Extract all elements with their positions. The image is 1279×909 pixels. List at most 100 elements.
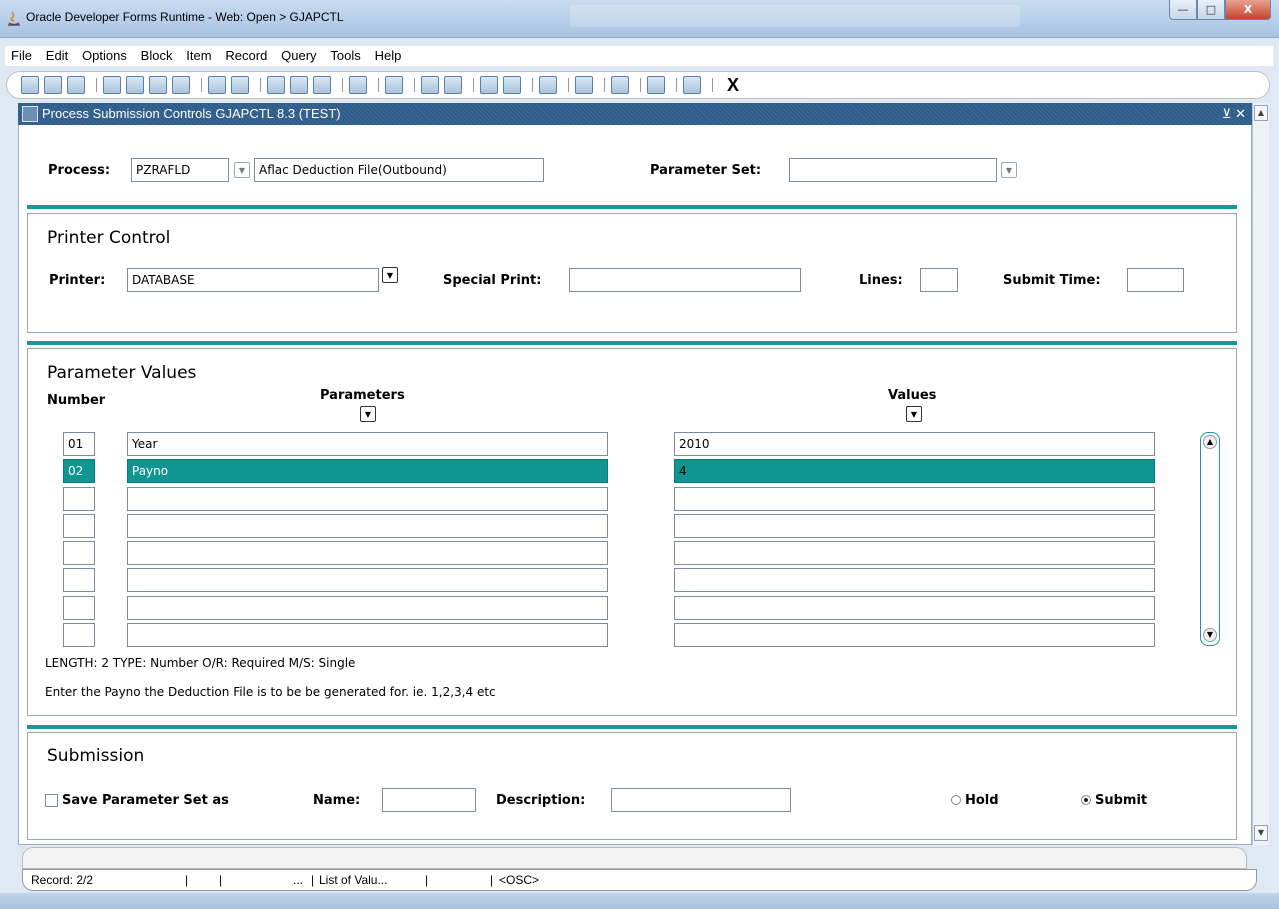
- toolbar-separator: [640, 78, 641, 92]
- param-value-field-selected[interactable]: 4: [674, 459, 1155, 483]
- count-query-icon[interactable]: [267, 76, 285, 94]
- name-field[interactable]: [382, 788, 476, 812]
- param-name-field[interactable]: [127, 596, 608, 620]
- submit-time-field[interactable]: [1127, 268, 1184, 292]
- values-column-header: Values: [888, 388, 937, 403]
- menu-file[interactable]: File: [11, 46, 32, 66]
- description-field[interactable]: [611, 788, 791, 812]
- hold-radio[interactable]: [951, 795, 961, 805]
- param-name-field[interactable]: Year: [127, 432, 608, 456]
- search-icon[interactable]: [421, 76, 439, 94]
- param-number-field[interactable]: 01: [63, 432, 95, 456]
- parameters-lov-button[interactable]: ▼: [360, 406, 376, 422]
- param-value-field[interactable]: [674, 487, 1155, 511]
- scroll-up-icon[interactable]: ▲: [1203, 435, 1217, 449]
- scroll-up-icon[interactable]: ▲: [1254, 105, 1268, 121]
- cancel-query-icon[interactable]: [290, 76, 308, 94]
- special-print-field[interactable]: [569, 268, 801, 292]
- param-value-field[interactable]: 2010: [674, 432, 1155, 456]
- save-icon[interactable]: [21, 76, 39, 94]
- message-line: [22, 847, 1247, 869]
- param-value-field[interactable]: [674, 541, 1155, 565]
- help-icon[interactable]: [647, 76, 665, 94]
- process-code-field[interactable]: PZRAFLD: [131, 158, 229, 182]
- print-icon[interactable]: [67, 76, 85, 94]
- param-number-field[interactable]: [63, 514, 95, 538]
- lightbulb-icon[interactable]: [683, 76, 701, 94]
- target-icon[interactable]: [575, 76, 593, 94]
- menu-edit[interactable]: Edit: [46, 46, 68, 66]
- scroll-down-icon[interactable]: ▼: [1254, 825, 1268, 841]
- section-divider: [27, 205, 1237, 209]
- param-number-field[interactable]: [63, 541, 95, 565]
- form-scrollbar[interactable]: ▲ ▼: [1252, 103, 1269, 845]
- new-icon[interactable]: [444, 76, 462, 94]
- param-value-field[interactable]: [674, 596, 1155, 620]
- first-record-icon[interactable]: [149, 76, 167, 94]
- print-report-icon[interactable]: [385, 76, 403, 94]
- close-window-button[interactable]: X: [1225, 0, 1271, 20]
- process-lov-button[interactable]: ▼: [234, 162, 250, 178]
- param-name-field[interactable]: [127, 487, 608, 511]
- param-name-field-selected[interactable]: Payno: [127, 459, 608, 483]
- speaker-icon[interactable]: [539, 76, 557, 94]
- param-number-field-selected[interactable]: 02: [63, 459, 95, 483]
- parameter-list-scrollbar[interactable]: ▲ ▼: [1200, 432, 1220, 646]
- remove-record-icon[interactable]: [126, 76, 144, 94]
- menu-record[interactable]: Record: [225, 46, 267, 66]
- name-label: Name:: [313, 793, 361, 808]
- param-name-field[interactable]: [127, 514, 608, 538]
- param-name-field[interactable]: [127, 541, 608, 565]
- lines-label: Lines:: [859, 273, 903, 288]
- param-name-field[interactable]: [127, 568, 608, 592]
- java-icon: [8, 11, 20, 26]
- param-number-field[interactable]: [63, 596, 95, 620]
- menu-options[interactable]: Options: [82, 46, 127, 66]
- printer-lov-button[interactable]: ▼: [382, 267, 398, 283]
- lines-field[interactable]: [920, 268, 958, 292]
- menu-query[interactable]: Query: [281, 46, 316, 66]
- rollback-icon[interactable]: [44, 76, 62, 94]
- form-window-controls[interactable]: ⊻ ✕: [1222, 103, 1246, 125]
- parameter-set-lov-button[interactable]: ▼: [1001, 162, 1017, 178]
- menu-help[interactable]: Help: [375, 46, 402, 66]
- exit-button[interactable]: X: [727, 75, 739, 96]
- minimize-button[interactable]: —: [1169, 0, 1197, 20]
- menu-block[interactable]: Block: [141, 46, 173, 66]
- maximize-button[interactable]: □: [1197, 0, 1225, 20]
- values-lov-button[interactable]: ▼: [906, 406, 922, 422]
- printer-field[interactable]: DATABASE: [127, 268, 379, 292]
- enter-query-icon[interactable]: [208, 76, 226, 94]
- parameter-type-hint: LENGTH: 2 TYPE: Number O/R: Required M/S…: [45, 656, 356, 670]
- parameter-set-label: Parameter Set:: [650, 163, 762, 178]
- parameter-set-field[interactable]: [789, 158, 997, 182]
- description-label: Description:: [496, 793, 586, 808]
- toolbar-separator: [676, 78, 677, 92]
- param-number-field[interactable]: [63, 487, 95, 511]
- printer-control-title: Printer Control: [47, 228, 171, 248]
- submit-radio[interactable]: [1081, 795, 1091, 805]
- process-description-field[interactable]: Aflac Deduction File(Outbound): [254, 158, 544, 182]
- clear-icon[interactable]: [349, 76, 367, 94]
- scroll-down-icon[interactable]: ▼: [1203, 628, 1217, 642]
- param-number-field[interactable]: [63, 568, 95, 592]
- duplicate-icon[interactable]: [313, 76, 331, 94]
- param-value-field[interactable]: [674, 514, 1155, 538]
- menu-tools[interactable]: Tools: [330, 46, 360, 66]
- record-indicator: Record: 2/2: [31, 873, 94, 887]
- param-value-field[interactable]: [674, 568, 1155, 592]
- insert-record-icon[interactable]: [103, 76, 121, 94]
- expand-icon[interactable]: [480, 76, 498, 94]
- export-icon[interactable]: [611, 76, 629, 94]
- toolbar-separator: [473, 78, 474, 92]
- menu-item[interactable]: Item: [186, 46, 211, 66]
- toolbar-separator: [568, 78, 569, 92]
- collapse-icon[interactable]: [503, 76, 521, 94]
- param-value-field[interactable]: [674, 623, 1155, 647]
- save-parameter-set-checkbox[interactable]: [45, 794, 58, 807]
- param-name-field[interactable]: [127, 623, 608, 647]
- last-record-icon[interactable]: [172, 76, 190, 94]
- number-column-header: Number: [47, 393, 106, 408]
- param-number-field[interactable]: [63, 623, 95, 647]
- execute-query-icon[interactable]: [231, 76, 249, 94]
